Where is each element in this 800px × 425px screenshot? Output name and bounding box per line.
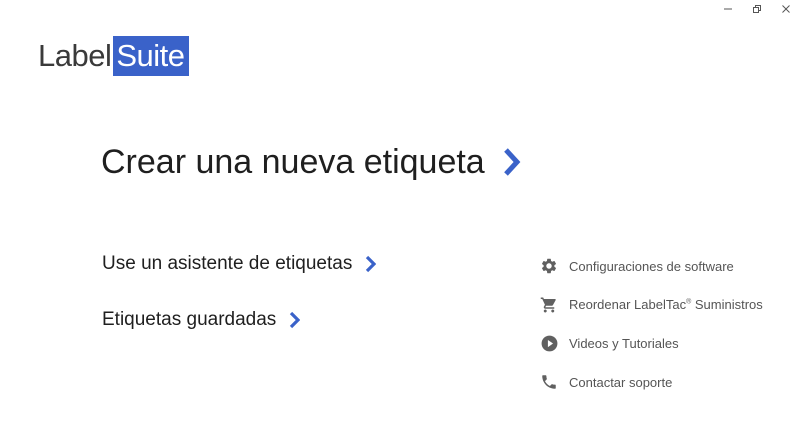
side-item-contact-support[interactable]: Contactar soporte: [539, 371, 794, 393]
create-label-text: Crear una nueva etiqueta: [101, 143, 485, 181]
side-item-reorder-supplies[interactable]: Reordenar LabelTac® Suministros: [539, 294, 794, 316]
app-logo: Label Suite: [38, 36, 189, 76]
side-item-label: Contactar soporte: [569, 374, 673, 390]
restore-icon: [752, 5, 761, 13]
cart-icon: [539, 295, 559, 315]
label-wizard-button[interactable]: Use un asistente de etiquetas: [102, 252, 377, 276]
side-item-software-settings[interactable]: Configuraciones de software: [539, 255, 794, 277]
restore-button[interactable]: [742, 0, 771, 18]
close-icon: [781, 5, 790, 13]
window-controls: [713, 0, 800, 18]
minimize-button[interactable]: [713, 0, 742, 18]
gear-icon: [539, 256, 559, 276]
minimize-icon: [723, 8, 732, 10]
logo-text-suite: Suite: [113, 36, 189, 76]
reorder-text: Reordenar LabelTac: [569, 297, 687, 313]
side-item-label: Configuraciones de software: [569, 258, 734, 274]
app-window: Label Suite Crear una nueva etiqueta Use…: [0, 0, 800, 425]
chevron-right-icon: [289, 311, 301, 329]
side-item-videos-tutorials[interactable]: Videos y Tutoriales: [539, 333, 794, 355]
supplies-text: Suministros: [691, 297, 763, 313]
chevron-right-icon: [503, 147, 521, 177]
side-item-label: Videos y Tutoriales: [569, 336, 679, 352]
logo-text-label: Label: [38, 38, 112, 73]
phone-icon: [539, 372, 559, 392]
close-button[interactable]: [771, 0, 800, 18]
label-wizard-text: Use un asistente de etiquetas: [102, 253, 353, 274]
create-label-button[interactable]: Crear una nueva etiqueta: [101, 142, 521, 182]
play-icon: [539, 334, 559, 354]
side-menu: Configuraciones de software Reordenar La…: [539, 255, 794, 410]
chevron-right-icon: [365, 255, 377, 273]
saved-labels-text: Etiquetas guardadas: [102, 309, 277, 330]
side-item-label: Reordenar LabelTac® Suministros: [569, 297, 763, 312]
saved-labels-button[interactable]: Etiquetas guardadas: [102, 308, 301, 332]
